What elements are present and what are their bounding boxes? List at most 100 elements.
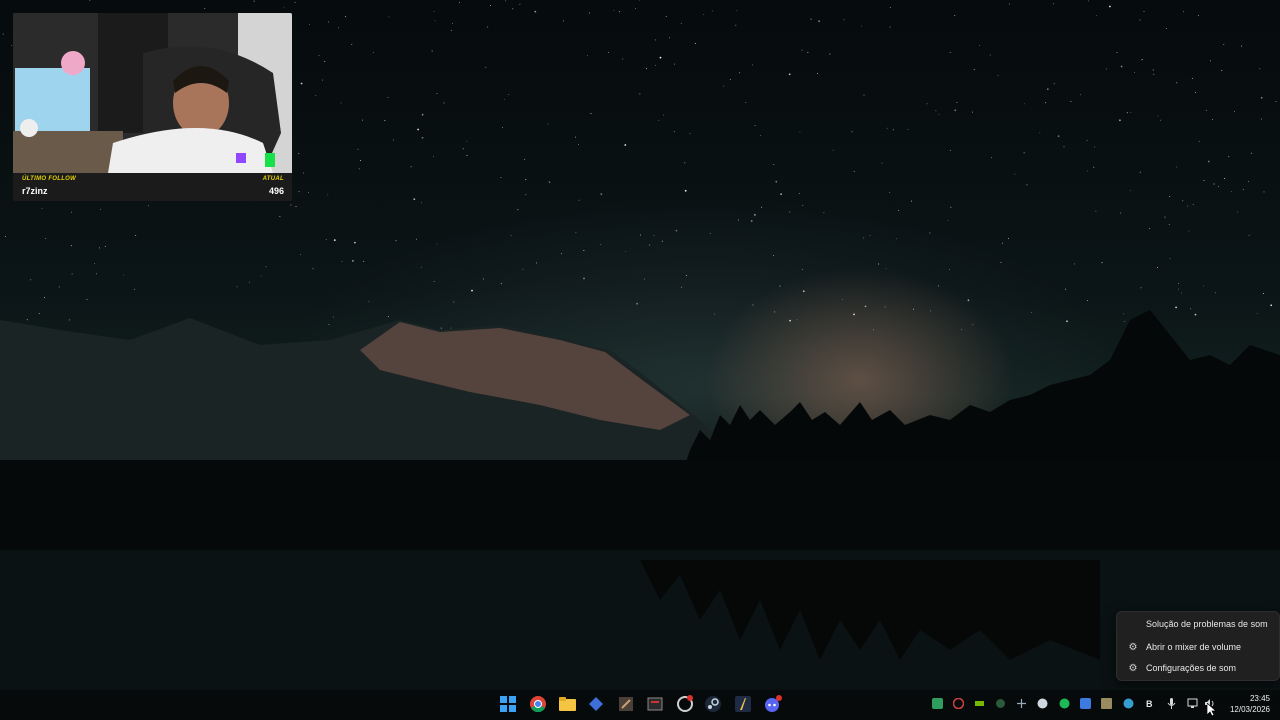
star xyxy=(548,181,550,183)
tray-app-icon[interactable]: B xyxy=(1144,697,1156,709)
start-icon[interactable] xyxy=(499,695,517,713)
star xyxy=(816,73,818,74)
tray-app-icon[interactable] xyxy=(1079,697,1091,709)
star xyxy=(417,128,419,131)
star xyxy=(1195,91,1197,93)
star xyxy=(519,3,521,5)
star xyxy=(547,123,549,125)
star xyxy=(622,58,624,60)
menu-item-sound-settings[interactable]: ⚙ Configurações de som xyxy=(1117,658,1279,678)
star xyxy=(1259,68,1261,70)
star xyxy=(1126,112,1128,114)
star xyxy=(248,281,250,283)
app-icon[interactable] xyxy=(587,695,605,713)
star xyxy=(1008,3,1010,5)
star xyxy=(534,10,537,13)
tray-app-icon[interactable] xyxy=(952,697,964,709)
star xyxy=(413,198,416,201)
discord-icon[interactable] xyxy=(764,695,782,713)
star xyxy=(462,148,464,150)
star xyxy=(436,243,438,245)
star xyxy=(466,155,468,156)
star xyxy=(889,26,891,28)
tray-app-icon[interactable] xyxy=(1122,697,1134,709)
star xyxy=(1140,287,1142,289)
star xyxy=(312,268,314,270)
star xyxy=(1074,263,1075,265)
star xyxy=(752,304,754,306)
spotify-icon[interactable] xyxy=(1058,697,1070,709)
star xyxy=(1190,308,1192,310)
star xyxy=(926,103,928,105)
file-explorer-icon[interactable] xyxy=(558,695,576,713)
star xyxy=(607,52,609,53)
star xyxy=(1263,191,1265,193)
star xyxy=(352,260,354,262)
star xyxy=(318,54,320,56)
star xyxy=(471,289,473,292)
star xyxy=(590,113,592,114)
star xyxy=(1159,119,1161,121)
app-icon[interactable] xyxy=(734,695,752,713)
star xyxy=(96,273,98,275)
menu-item-sound-troubleshoot[interactable]: Solução de problemas de som xyxy=(1117,614,1279,634)
star xyxy=(123,274,125,276)
star xyxy=(436,93,438,95)
star xyxy=(340,102,342,104)
steam-icon[interactable] xyxy=(704,695,722,713)
star xyxy=(967,299,970,302)
star xyxy=(1007,238,1009,239)
star xyxy=(1109,5,1111,8)
tray-app-icon[interactable] xyxy=(1100,697,1112,709)
star xyxy=(466,140,468,142)
menu-item-label: Abrir o mixer de volume xyxy=(1146,642,1242,652)
star xyxy=(1000,261,1002,263)
star xyxy=(1093,166,1095,168)
star xyxy=(363,260,365,262)
star xyxy=(973,69,975,70)
steam-tray-icon[interactable] xyxy=(1036,697,1048,709)
star xyxy=(760,134,762,136)
webcam-scene xyxy=(13,13,292,174)
app-icon[interactable] xyxy=(676,695,694,713)
star xyxy=(935,110,937,112)
star xyxy=(324,61,326,63)
star xyxy=(896,238,898,240)
star xyxy=(562,20,564,22)
chrome-icon[interactable] xyxy=(529,695,547,713)
menu-item-open-volume-mixer[interactable]: ⚙ Abrir o mixer de volume xyxy=(1117,637,1279,657)
star xyxy=(971,111,973,113)
star xyxy=(898,209,900,211)
star xyxy=(737,219,739,221)
microphone-icon[interactable] xyxy=(1165,697,1177,709)
star xyxy=(510,234,512,236)
star xyxy=(761,206,763,208)
star xyxy=(325,239,327,241)
network-icon[interactable] xyxy=(1186,697,1198,709)
tray-app-icon[interactable] xyxy=(931,697,943,709)
star xyxy=(500,176,502,178)
star xyxy=(729,79,731,81)
app-icon[interactable] xyxy=(617,695,635,713)
star xyxy=(341,261,343,263)
star xyxy=(1242,189,1244,191)
star xyxy=(351,43,353,45)
star xyxy=(588,12,590,14)
star xyxy=(947,219,949,221)
star xyxy=(333,239,336,242)
star xyxy=(1095,14,1097,16)
star xyxy=(578,143,579,145)
star xyxy=(501,127,503,128)
star xyxy=(1024,103,1026,105)
tray-app-icon[interactable] xyxy=(973,697,985,709)
star xyxy=(1065,288,1067,290)
tray-app-icon[interactable] xyxy=(994,697,1006,709)
taskbar-clock[interactable]: 23:45 12/03/2026 xyxy=(1222,693,1270,715)
tray-app-icon[interactable] xyxy=(1015,697,1027,709)
star xyxy=(204,7,206,9)
app-icon[interactable] xyxy=(646,695,664,713)
star xyxy=(873,329,874,331)
star xyxy=(1223,44,1225,46)
star xyxy=(1213,183,1215,185)
star xyxy=(799,131,801,133)
